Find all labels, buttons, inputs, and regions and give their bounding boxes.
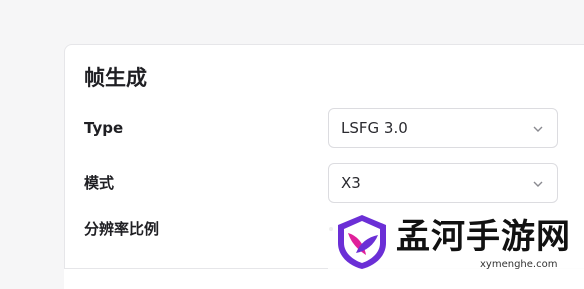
watermark-url: xymenghe.com — [480, 259, 558, 270]
shield-logo-icon — [338, 215, 386, 269]
mode-label: 模式 — [84, 174, 115, 192]
type-select[interactable]: LSFG 3.0 — [328, 108, 558, 148]
chevron-down-icon — [533, 126, 543, 132]
type-label: Type — [84, 119, 124, 137]
type-select-value: LSFG 3.0 — [341, 119, 408, 137]
mode-select-value: X3 — [341, 174, 361, 192]
resolution-scale-label: 分辨率比例 — [84, 220, 160, 238]
section-title: 帧生成 — [84, 66, 147, 90]
watermark-brand: 孟河手游网 — [396, 217, 571, 257]
mode-select[interactable]: X3 — [328, 163, 558, 203]
watermark: 孟河手游网 xymenghe.com — [328, 207, 584, 276]
chevron-down-icon — [533, 181, 543, 187]
